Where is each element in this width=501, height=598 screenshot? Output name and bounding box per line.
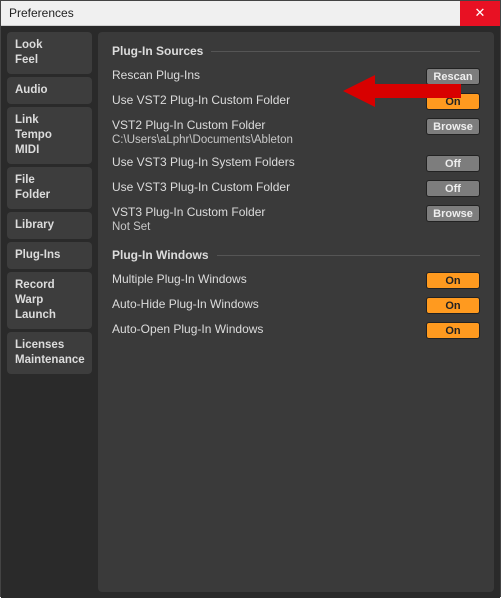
toggle-off[interactable]: Off — [426, 155, 480, 172]
sidebar-item-label: Audio — [15, 83, 84, 98]
control-label: On — [445, 96, 460, 108]
setting-row: Multiple Plug-In Windows On — [112, 272, 480, 290]
setting-label-text: Use VST2 Plug-In Custom Folder — [112, 93, 418, 108]
section-title: Plug-In Windows — [112, 248, 209, 262]
control-label: On — [445, 300, 460, 312]
window-title: Preferences — [9, 6, 74, 20]
sidebar-group-file[interactable]: FileFolder — [7, 167, 92, 209]
divider — [217, 255, 480, 256]
setting-label: Use VST2 Plug-In Custom Folder — [112, 93, 426, 108]
sidebar-item-label: Library — [15, 218, 84, 233]
setting-row: Use VST2 Plug-In Custom Folder On — [112, 93, 480, 111]
titlebar: Preferences ✕ — [1, 1, 500, 26]
window-body: LookFeelAudioLinkTempoMIDIFileFolderLibr… — [1, 26, 500, 598]
setting-row: Auto-Open Plug-In Windows On — [112, 322, 480, 340]
setting-label-text: Auto-Open Plug-In Windows — [112, 322, 418, 337]
setting-row: Use VST3 Plug-In Custom Folder Off — [112, 180, 480, 198]
setting-label: Multiple Plug-In Windows — [112, 272, 426, 287]
setting-label: VST2 Plug-In Custom FolderC:\Users\aLphr… — [112, 118, 426, 148]
sidebar-group-licenses[interactable]: LicensesMaintenance — [7, 332, 92, 374]
setting-label-text: Use VST3 Plug-In Custom Folder — [112, 180, 418, 195]
toggle-off[interactable]: Off — [426, 180, 480, 197]
setting-label: Use VST3 Plug-In Custom Folder — [112, 180, 426, 195]
setting-label-text: Multiple Plug-In Windows — [112, 272, 418, 287]
control-label: On — [445, 275, 460, 287]
toggle-on[interactable]: On — [426, 272, 480, 289]
setting-label-text: Auto-Hide Plug-In Windows — [112, 297, 418, 312]
action-button[interactable]: Browse — [426, 118, 480, 135]
control-label: Off — [445, 158, 461, 170]
sidebar-item-label: Record — [15, 278, 84, 293]
control-label: Off — [445, 183, 461, 195]
setting-row: VST3 Plug-In Custom FolderNot Set Browse — [112, 205, 480, 235]
control-label: Browse — [433, 121, 473, 133]
toggle-on[interactable]: On — [426, 322, 480, 339]
content-panel: Plug-In Sources Rescan Plug-Ins Rescan Use… — [98, 32, 494, 592]
control-label: Rescan — [433, 71, 472, 83]
close-icon: ✕ — [475, 5, 486, 21]
setting-row: Rescan Plug-Ins Rescan — [112, 68, 480, 86]
sidebar: LookFeelAudioLinkTempoMIDIFileFolderLibr… — [7, 32, 92, 592]
setting-sublabel: Not Set — [112, 220, 418, 235]
setting-label-text: Rescan Plug-Ins — [112, 68, 418, 83]
setting-label: Use VST3 Plug-In System Folders — [112, 155, 426, 170]
setting-row: Auto-Hide Plug-In Windows On — [112, 297, 480, 315]
sidebar-item-label: Launch — [15, 308, 84, 323]
sidebar-item-label: Plug-Ins — [15, 248, 84, 263]
section-header-windows: Plug-In Windows — [112, 248, 480, 262]
sidebar-item-label: Warp — [15, 293, 84, 308]
divider — [211, 51, 480, 52]
setting-label-text: VST2 Plug-In Custom Folder — [112, 118, 418, 133]
sidebar-item-label: Tempo — [15, 128, 84, 143]
sidebar-group-record[interactable]: RecordWarpLaunch — [7, 272, 92, 329]
setting-row: Use VST3 Plug-In System Folders Off — [112, 155, 480, 173]
setting-label: VST3 Plug-In Custom FolderNot Set — [112, 205, 426, 235]
sidebar-item-label: File — [15, 173, 84, 188]
sidebar-item-label: MIDI — [15, 143, 84, 158]
setting-sublabel: C:\Users\aLphr\Documents\Ableton — [112, 133, 418, 148]
sidebar-item-label: Maintenance — [15, 353, 84, 368]
sidebar-item-label: Link — [15, 113, 84, 128]
setting-label: Auto-Hide Plug-In Windows — [112, 297, 426, 312]
section-header-sources: Plug-In Sources — [112, 44, 480, 58]
toggle-on[interactable]: On — [426, 93, 480, 110]
sidebar-item-label: Folder — [15, 188, 84, 203]
sidebar-group-link[interactable]: LinkTempoMIDI — [7, 107, 92, 164]
close-button[interactable]: ✕ — [460, 1, 500, 26]
setting-label-text: VST3 Plug-In Custom Folder — [112, 205, 418, 220]
action-button[interactable]: Rescan — [426, 68, 480, 85]
setting-label-text: Use VST3 Plug-In System Folders — [112, 155, 418, 170]
setting-label: Auto-Open Plug-In Windows — [112, 322, 426, 337]
sidebar-item-label: Look — [15, 38, 84, 53]
section-title: Plug-In Sources — [112, 44, 203, 58]
action-button[interactable]: Browse — [426, 205, 480, 222]
toggle-on[interactable]: On — [426, 297, 480, 314]
sidebar-group-library[interactable]: Library — [7, 212, 92, 239]
control-label: Browse — [433, 208, 473, 220]
setting-row: VST2 Plug-In Custom FolderC:\Users\aLphr… — [112, 118, 480, 148]
sidebar-group-plug-ins[interactable]: Plug-Ins — [7, 242, 92, 269]
sidebar-group-audio[interactable]: Audio — [7, 77, 92, 104]
control-label: On — [445, 325, 460, 337]
setting-label: Rescan Plug-Ins — [112, 68, 426, 83]
sidebar-item-label: Feel — [15, 53, 84, 68]
sidebar-item-label: Licenses — [15, 338, 84, 353]
sidebar-group-look[interactable]: LookFeel — [7, 32, 92, 74]
